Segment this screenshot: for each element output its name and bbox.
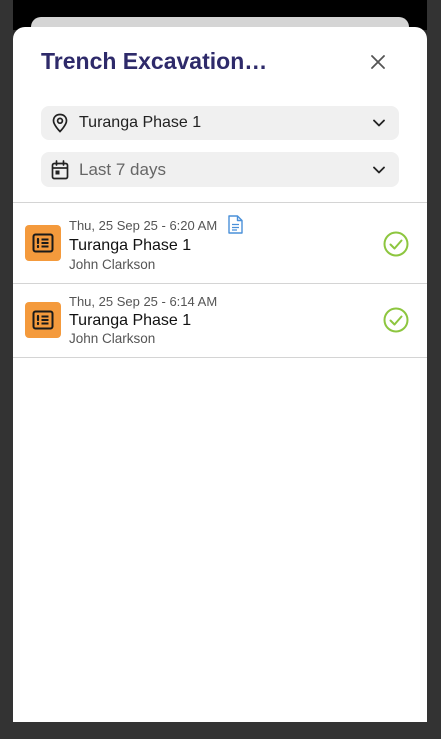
list-item[interactable]: Thu, 25 Sep 25 - 6:14 AM Turanga Phase 1…: [13, 284, 427, 358]
date-range-label: Last 7 days: [79, 159, 166, 179]
entry-person: John Clarkson: [69, 257, 156, 272]
document-icon[interactable]: [228, 215, 243, 234]
list-item[interactable]: Thu, 25 Sep 25 - 6:20 AM Turanga Phase 1…: [13, 203, 427, 277]
calendar-icon: [51, 159, 69, 179]
backdrop-right: [427, 0, 441, 739]
site-filter-label: Turanga Phase 1: [79, 114, 202, 131]
entry-site: Turanga Phase 1: [69, 312, 192, 329]
check-circle-icon: [383, 231, 409, 257]
site-filter-dropdown[interactable]: Turanga Phase 1: [41, 106, 399, 140]
dialog-title: Trench Excavation…: [41, 48, 268, 74]
form-badge: [25, 225, 61, 261]
form-list-icon: [32, 233, 54, 253]
form-badge: [25, 302, 61, 338]
entry-site: Turanga Phase 1: [69, 237, 192, 254]
list-divider: [13, 357, 427, 358]
check-circle-icon: [383, 307, 409, 333]
chevron-down-icon: [373, 119, 385, 127]
date-range-dropdown[interactable]: Last 7 days: [41, 152, 399, 187]
form-list-icon: [32, 310, 54, 330]
close-button[interactable]: [365, 49, 391, 75]
entry-timestamp: Thu, 25 Sep 25 - 6:14 AM: [69, 294, 218, 309]
bottom-sheet: Trench Excavation… Turanga Phase 1 Last …: [13, 27, 427, 722]
chevron-down-icon: [373, 166, 385, 173]
location-pin-icon: [52, 113, 68, 133]
backdrop-left: [0, 0, 13, 739]
backdrop-bottom: [0, 722, 441, 739]
entry-timestamp: Thu, 25 Sep 25 - 6:20 AM: [69, 218, 218, 233]
entry-person: John Clarkson: [69, 331, 156, 346]
close-icon: [371, 55, 385, 69]
